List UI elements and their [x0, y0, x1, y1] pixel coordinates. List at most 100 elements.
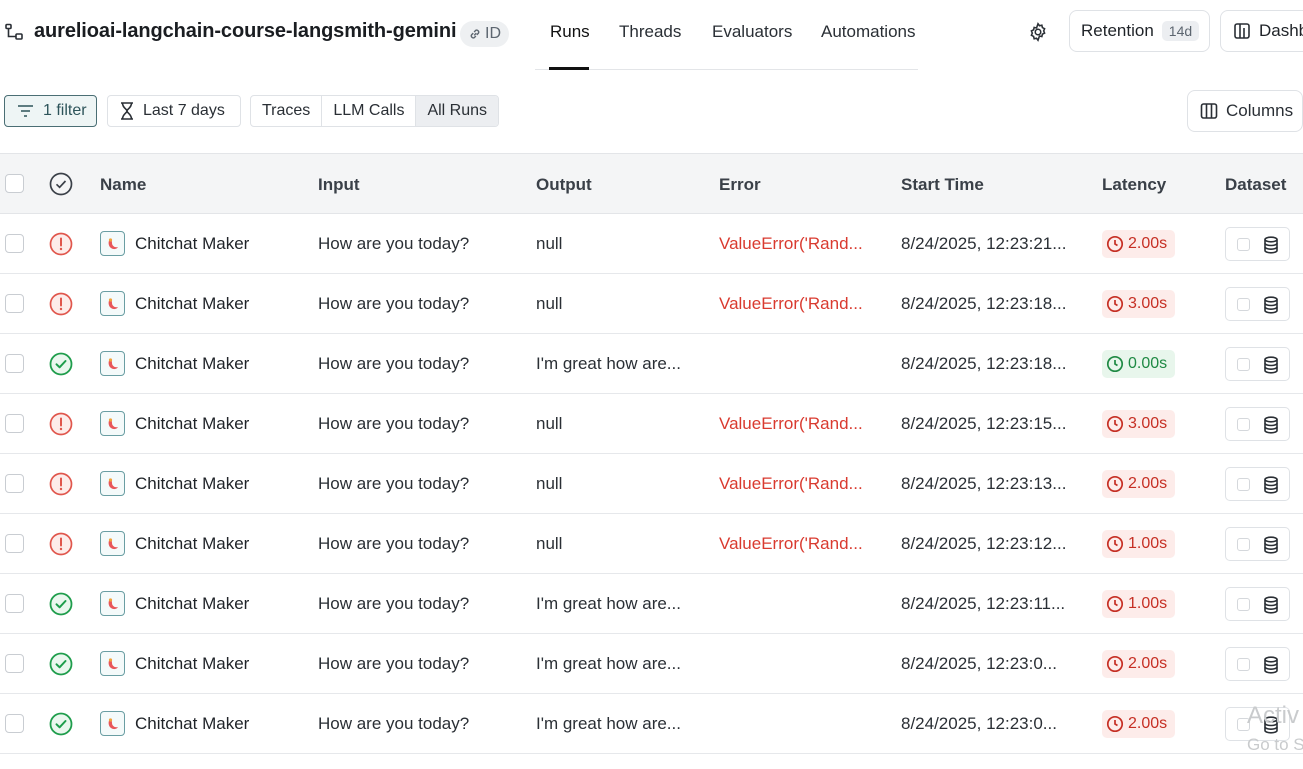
run-error: ValueError('Rand...	[719, 234, 863, 253]
dataset-checkbox[interactable]	[1237, 298, 1250, 311]
tab-evaluators[interactable]: Evaluators	[712, 22, 792, 42]
run-output: I'm great how are...	[536, 714, 681, 733]
header-dataset[interactable]: Dataset	[1225, 175, 1286, 195]
run-output: null	[536, 414, 563, 433]
segment-traces[interactable]: Traces	[251, 96, 323, 126]
latency-badge: 1.00s	[1102, 530, 1176, 558]
database-icon	[1264, 476, 1278, 494]
latency-value: 2.00s	[1128, 235, 1168, 252]
row-checkbox[interactable]	[5, 594, 24, 613]
header-start-time[interactable]: Start Time	[901, 175, 984, 195]
add-to-dataset-button[interactable]	[1225, 467, 1290, 501]
table-row[interactable]: Chitchat Maker How are you today? null Valu…	[0, 454, 1303, 514]
run-input: How are you today?	[318, 594, 470, 613]
row-checkbox[interactable]	[5, 534, 24, 553]
run-output: I'm great how are...	[536, 594, 681, 613]
row-checkbox[interactable]	[5, 414, 24, 433]
run-start-time: 8/24/2025, 12:23:12...	[901, 534, 1067, 553]
add-to-dataset-button[interactable]	[1225, 287, 1290, 321]
add-to-dataset-button[interactable]	[1225, 347, 1290, 381]
header-output[interactable]: Output	[536, 175, 592, 195]
tab-runs[interactable]: Runs	[550, 22, 590, 42]
latency-badge: 0.00s	[1102, 350, 1176, 378]
dataset-checkbox[interactable]	[1237, 418, 1250, 431]
hourglass-icon	[121, 102, 133, 120]
table-row[interactable]: Chitchat Maker How are you today? I'm grea…	[0, 334, 1303, 394]
dataset-checkbox[interactable]	[1237, 478, 1250, 491]
retention-label: Retention	[1081, 21, 1154, 40]
row-checkbox[interactable]	[5, 354, 24, 373]
run-input: How are you today?	[318, 354, 470, 373]
success-status-icon	[49, 652, 73, 676]
run-output: I'm great how are...	[536, 354, 681, 373]
table-row[interactable]: Chitchat Maker How are you today? null Valu…	[0, 514, 1303, 574]
table-row[interactable]: Chitchat Maker How are you today? null Valu…	[0, 274, 1303, 334]
run-output: null	[536, 234, 563, 253]
table-row[interactable]: Chitchat Maker How are you today? I'm grea…	[0, 634, 1303, 694]
row-checkbox[interactable]	[5, 234, 24, 253]
segment-all-runs[interactable]: All Runs	[416, 96, 499, 126]
run-name[interactable]: Chitchat Maker	[135, 594, 249, 614]
run-start-time: 8/24/2025, 12:23:0...	[901, 654, 1057, 673]
clock-icon	[1106, 715, 1124, 733]
tab-automations[interactable]: Automations	[821, 22, 916, 42]
gear-icon[interactable]	[1027, 21, 1049, 43]
latency-value: 1.00s	[1128, 595, 1168, 612]
header-name[interactable]: Name	[100, 175, 146, 195]
filter-button[interactable]: 1 filter	[4, 95, 97, 127]
run-output: I'm great how are...	[536, 654, 681, 673]
time-range-button[interactable]: Last 7 days	[107, 95, 241, 127]
run-name[interactable]: Chitchat Maker	[135, 414, 249, 434]
row-checkbox[interactable]	[5, 654, 24, 673]
run-name[interactable]: Chitchat Maker	[135, 234, 249, 254]
run-name[interactable]: Chitchat Maker	[135, 534, 249, 554]
table-row[interactable]: Chitchat Maker How are you today? null Valu…	[0, 394, 1303, 454]
latency-value: 3.00s	[1128, 415, 1168, 432]
row-checkbox[interactable]	[5, 294, 24, 313]
chain-run-icon	[100, 351, 125, 376]
dashboard-button[interactable]: Dashb	[1220, 10, 1303, 52]
chain-run-icon	[100, 291, 125, 316]
dataset-checkbox[interactable]	[1237, 358, 1250, 371]
retention-button[interactable]: Retention 14d	[1069, 10, 1210, 52]
row-checkbox[interactable]	[5, 474, 24, 493]
table-row[interactable]: Chitchat Maker How are you today? I'm grea…	[0, 694, 1303, 754]
header-error[interactable]: Error	[719, 175, 761, 195]
add-to-dataset-button[interactable]	[1225, 407, 1290, 441]
database-icon	[1264, 356, 1278, 374]
tab-threads[interactable]: Threads	[619, 22, 681, 42]
add-to-dataset-button[interactable]	[1225, 647, 1290, 681]
add-to-dataset-button[interactable]	[1225, 587, 1290, 621]
latency-badge: 2.00s	[1102, 710, 1176, 738]
database-icon	[1264, 416, 1278, 434]
clock-icon	[1106, 355, 1124, 373]
copy-id-button[interactable]: ID	[460, 21, 509, 47]
run-input: How are you today?	[318, 474, 470, 493]
link-icon	[470, 29, 480, 39]
add-to-dataset-button[interactable]	[1225, 227, 1290, 261]
row-checkbox[interactable]	[5, 714, 24, 733]
run-name[interactable]: Chitchat Maker	[135, 294, 249, 314]
run-name[interactable]: Chitchat Maker	[135, 474, 249, 494]
header-latency[interactable]: Latency	[1102, 175, 1166, 195]
select-all-checkbox[interactable]	[5, 174, 24, 193]
columns-button[interactable]: Columns	[1187, 90, 1303, 132]
dataset-checkbox[interactable]	[1237, 658, 1250, 671]
run-name[interactable]: Chitchat Maker	[135, 714, 249, 734]
latency-value: 2.00s	[1128, 655, 1168, 672]
run-start-time: 8/24/2025, 12:23:18...	[901, 354, 1067, 373]
run-start-time: 8/24/2025, 12:23:11...	[901, 594, 1066, 613]
run-input: How are you today?	[318, 714, 470, 733]
run-start-time: 8/24/2025, 12:23:18...	[901, 294, 1067, 313]
run-name[interactable]: Chitchat Maker	[135, 654, 249, 674]
dataset-checkbox[interactable]	[1237, 538, 1250, 551]
add-to-dataset-button[interactable]	[1225, 527, 1290, 561]
run-name[interactable]: Chitchat Maker	[135, 354, 249, 374]
dataset-checkbox[interactable]	[1237, 598, 1250, 611]
header-input[interactable]: Input	[318, 175, 360, 195]
segment-llm-calls[interactable]: LLM Calls	[322, 96, 417, 126]
chain-run-icon	[100, 711, 125, 736]
dataset-checkbox[interactable]	[1237, 238, 1250, 251]
table-row[interactable]: Chitchat Maker How are you today? I'm grea…	[0, 574, 1303, 634]
table-row[interactable]: Chitchat Maker How are you today? null Valu…	[0, 214, 1303, 274]
